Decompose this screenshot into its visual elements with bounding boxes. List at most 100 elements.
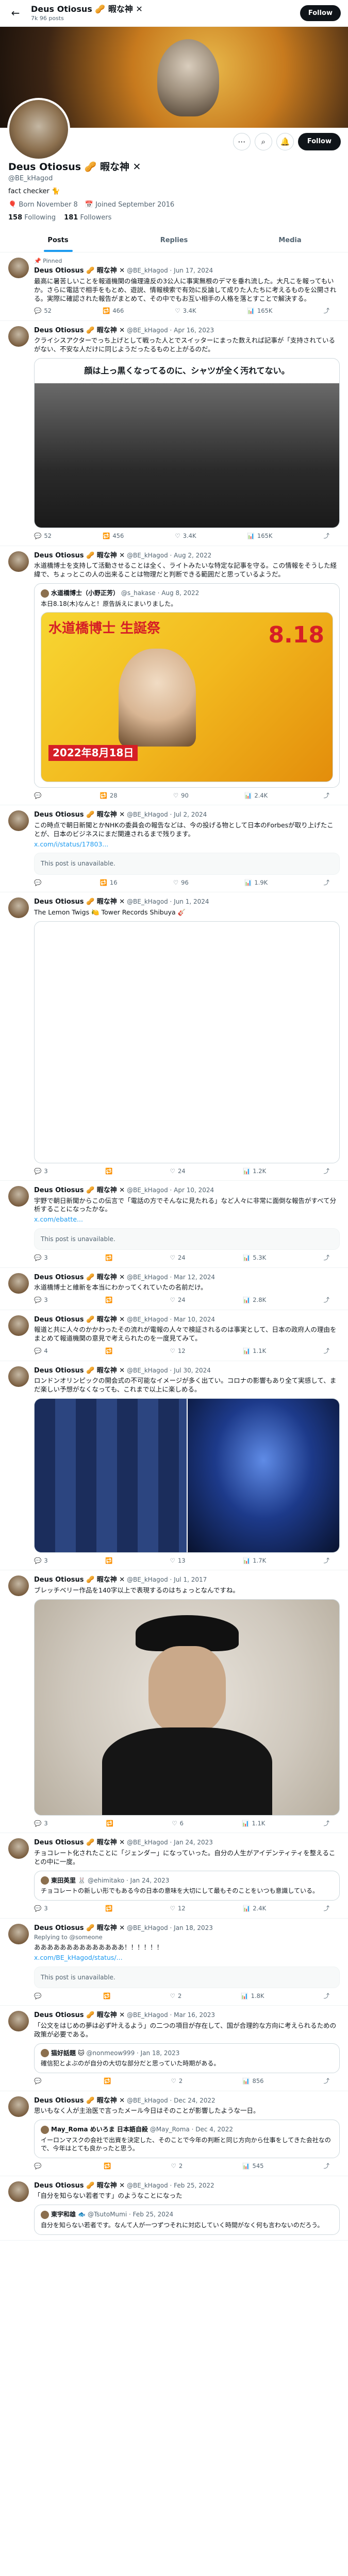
views-icon[interactable]: 📊 1.7K bbox=[243, 1557, 266, 1565]
like-icon[interactable]: ♡ 96 bbox=[173, 879, 189, 887]
views-icon[interactable]: 📊 545 bbox=[242, 2162, 263, 2171]
tab-media[interactable]: Media bbox=[232, 229, 348, 252]
tweet[interactable]: Deus Otiosus 🥜 暇な神 ✕ @BE_kHagod · Jul 1,… bbox=[0, 1570, 348, 1834]
avatar[interactable] bbox=[7, 98, 70, 161]
tab-replies[interactable]: Replies bbox=[116, 229, 232, 252]
back-arrow-icon[interactable]: ← bbox=[7, 5, 24, 22]
retweet-icon[interactable]: 🔁 bbox=[104, 2077, 111, 2086]
share-icon[interactable]: ⤴ bbox=[323, 879, 329, 887]
tweet-avatar[interactable] bbox=[8, 897, 29, 919]
like-icon[interactable]: ♡ 24 bbox=[170, 1167, 186, 1176]
share-icon[interactable]: ⤴ bbox=[323, 1296, 329, 1304]
share-icon[interactable]: ⤴ bbox=[323, 2077, 329, 2086]
tweet[interactable]: 📌 Pinned Deus Otiosus 🥜 暇な神 ✕ @BE_kHagod… bbox=[0, 252, 348, 321]
views-icon[interactable]: 📊 1.2K bbox=[243, 1167, 266, 1176]
tweet[interactable]: Deus Otiosus 🥜 暇な神 ✕ @BE_kHagod · Mar 12… bbox=[0, 1268, 348, 1310]
tweet[interactable]: Deus Otiosus 🥜 暇な神 ✕ @BE_kHagod · Mar 10… bbox=[0, 1310, 348, 1361]
reply-icon[interactable]: 💬 3 bbox=[34, 1820, 48, 1828]
tweet[interactable]: Deus Otiosus 🥜 暇な神 ✕ @BE_kHagod · Apr 16… bbox=[0, 321, 348, 546]
tweet-video[interactable] bbox=[34, 921, 340, 1163]
views-icon[interactable]: 📊 2.4K bbox=[244, 792, 268, 800]
retweet-icon[interactable]: 🔁 bbox=[105, 1905, 112, 1913]
tweet-avatar[interactable] bbox=[8, 2096, 29, 2117]
event-poster[interactable]: 水道橋博士 生誕祭 8.18 2022年8月18日 bbox=[41, 612, 333, 782]
tweet[interactable]: Deus Otiosus 🥜 暇な神 ✕ @BE_kHagod · Jan 18… bbox=[0, 1919, 348, 2006]
quoted-tweet[interactable]: 猫好話題 🐱 @nonmeow999 · Jan 18, 2023 確信犯とよぶ… bbox=[34, 2043, 340, 2074]
tweet-avatar[interactable] bbox=[8, 326, 29, 347]
like-icon[interactable]: ♡ 3.4K bbox=[175, 532, 196, 540]
like-icon[interactable]: ♡ 3.4K bbox=[175, 307, 196, 315]
reply-icon[interactable]: 💬 bbox=[34, 879, 44, 887]
reply-icon[interactable]: 💬 bbox=[34, 2162, 44, 2171]
tweet-avatar[interactable] bbox=[8, 1273, 29, 1294]
reply-icon[interactable]: 💬 4 bbox=[34, 1347, 48, 1355]
share-icon[interactable]: ⤴ bbox=[323, 1557, 329, 1565]
views-icon[interactable]: 📊 1.9K bbox=[244, 879, 268, 887]
like-icon[interactable]: ♡ 6 bbox=[172, 1820, 184, 1828]
retweet-icon[interactable]: 🔁 28 bbox=[100, 792, 118, 800]
replying-to[interactable]: Replying to @someone bbox=[34, 1934, 340, 1942]
tweet-avatar[interactable] bbox=[8, 1923, 29, 1944]
reply-icon[interactable]: 💬 52 bbox=[34, 307, 52, 315]
tweet[interactable]: Deus Otiosus 🥜 暇な神 ✕ @BE_kHagod · Mar 16… bbox=[0, 2006, 348, 2091]
reply-icon[interactable]: 💬 bbox=[34, 792, 44, 800]
like-icon[interactable]: ♡ 24 bbox=[170, 1254, 186, 1262]
retweet-icon[interactable]: 🔁 bbox=[105, 1254, 112, 1262]
like-icon[interactable]: ♡ 90 bbox=[173, 792, 189, 800]
photo-image[interactable] bbox=[187, 1398, 339, 1552]
share-icon[interactable]: ⤴ bbox=[323, 307, 329, 315]
reply-icon[interactable]: 💬 bbox=[34, 1992, 44, 2001]
reply-icon[interactable]: 💬 52 bbox=[34, 532, 52, 540]
tweet[interactable]: Deus Otiosus 🥜 暇な神 ✕ @BE_kHagod · Dec 24… bbox=[0, 2091, 348, 2176]
search-icon[interactable]: ⌕ bbox=[254, 133, 272, 150]
share-icon[interactable]: ⤴ bbox=[323, 792, 329, 800]
retweet-icon[interactable]: 🔁 bbox=[103, 1992, 110, 2001]
quoted-tweet[interactable]: 東田英里 🐰 @ehimitako · Jan 24, 2023 チョコレートの… bbox=[34, 1870, 340, 1901]
retweet-icon[interactable]: 🔁 16 bbox=[100, 879, 118, 887]
tweet-link[interactable]: x.com/i/status/17803... bbox=[34, 840, 340, 849]
tweet-avatar[interactable] bbox=[8, 1838, 29, 1859]
quoted-tweet[interactable]: 東宇和雄 🐟 @TsutoMumi · Feb 25, 2024 自分を知らない… bbox=[34, 2205, 340, 2235]
views-icon[interactable]: 📊 165K bbox=[247, 307, 273, 315]
like-icon[interactable]: ♡ 13 bbox=[170, 1557, 186, 1565]
tweet-avatar[interactable] bbox=[8, 1315, 29, 1336]
like-icon[interactable]: ♡ 2 bbox=[170, 1992, 182, 2001]
retweet-icon[interactable]: 🔁 bbox=[104, 2162, 111, 2171]
reply-icon[interactable]: 💬 bbox=[34, 2077, 44, 2086]
follow-button[interactable]: Follow bbox=[297, 133, 341, 150]
tweet-photo[interactable] bbox=[34, 1599, 340, 1816]
share-icon[interactable]: ⤴ bbox=[323, 532, 329, 540]
share-icon[interactable]: ⤴ bbox=[323, 1254, 329, 1262]
like-icon[interactable]: ♡ 2 bbox=[171, 2077, 183, 2086]
tweet-avatar[interactable] bbox=[8, 1186, 29, 1207]
views-icon[interactable]: 📊 1.1K bbox=[242, 1820, 265, 1828]
retweet-icon[interactable]: 🔁 bbox=[106, 1820, 113, 1828]
tweet[interactable]: Deus Otiosus 🥜 暇な神 ✕ @BE_kHagod · Feb 25… bbox=[0, 2176, 348, 2241]
views-icon[interactable]: 📊 165K bbox=[247, 532, 273, 540]
like-icon[interactable]: ♡ 12 bbox=[170, 1905, 186, 1913]
reply-icon[interactable]: 💬 3 bbox=[34, 1557, 48, 1565]
tweet-link[interactable]: x.com/BE_kHagod/status/... bbox=[34, 1954, 340, 1962]
retweet-icon[interactable]: 🔁 bbox=[105, 1167, 112, 1176]
like-icon[interactable]: ♡ 12 bbox=[170, 1347, 186, 1355]
tweet-avatar[interactable] bbox=[8, 258, 29, 279]
photo-image[interactable] bbox=[35, 1398, 187, 1552]
tweet-photo[interactable]: 顔は上っ黒くなってるのに、シャツが全く汚れてない。 bbox=[34, 358, 340, 529]
notify-icon[interactable]: 🔔 bbox=[276, 133, 294, 150]
tab-posts[interactable]: Posts bbox=[0, 229, 116, 252]
tweet-avatar[interactable] bbox=[8, 810, 29, 832]
tweet-link[interactable]: x.com/ebatte... bbox=[34, 1215, 340, 1224]
share-icon[interactable]: ⤴ bbox=[323, 1820, 329, 1828]
share-icon[interactable]: ⤴ bbox=[323, 1167, 329, 1176]
tweet[interactable]: Deus Otiosus 🥜 暇な神 ✕ @BE_kHagod · Jun 1,… bbox=[0, 892, 348, 1181]
quoted-tweet[interactable]: 水道橋博士（小野正芳） @s_hakase · Aug 8, 2022 本日8.… bbox=[34, 583, 340, 788]
tweet[interactable]: Deus Otiosus 🥜 暇な神 ✕ @BE_kHagod · Apr 10… bbox=[0, 1181, 348, 1268]
views-icon[interactable]: 📊 2.8K bbox=[243, 1296, 266, 1304]
like-icon[interactable]: ♡ 2 bbox=[171, 2162, 183, 2171]
tweet-avatar[interactable] bbox=[8, 1366, 29, 1387]
tweet-avatar[interactable] bbox=[8, 2011, 29, 2032]
retweet-icon[interactable]: 🔁 bbox=[105, 1347, 112, 1355]
quoted-tweet[interactable]: May_Roma めいろま 日本語自殺 @May_Roma · Dec 4, 2… bbox=[34, 2120, 340, 2159]
tweet-photo-grid[interactable] bbox=[34, 1398, 340, 1553]
followers-link[interactable]: 181 Followers bbox=[64, 213, 111, 223]
